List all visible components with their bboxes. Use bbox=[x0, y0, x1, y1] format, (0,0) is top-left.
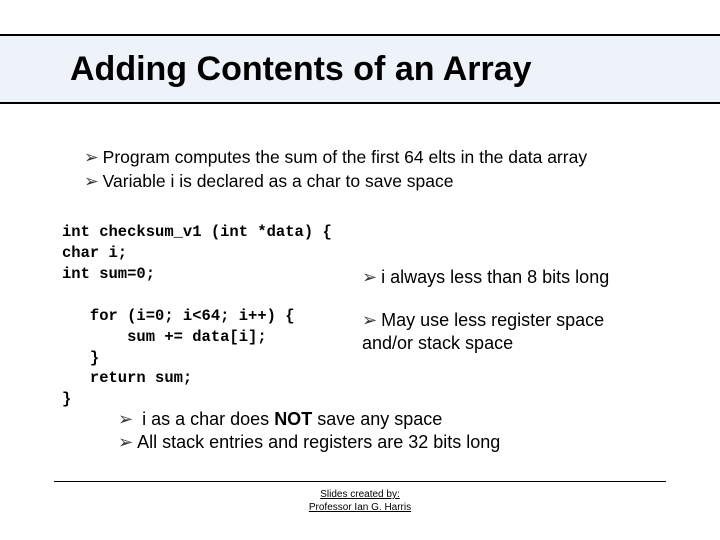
annotation: i always less than 8 bits long bbox=[362, 267, 609, 288]
code-block: int checksum_v1 (int *data) { char i; in… bbox=[62, 222, 332, 410]
text: save any space bbox=[312, 409, 442, 429]
bullet-item: Variable i is declared as a char to save… bbox=[84, 170, 587, 194]
slide-title: Adding Contents of an Array bbox=[0, 50, 532, 89]
annotation-line: and/or stack space bbox=[362, 333, 513, 353]
title-band: Adding Contents of an Array bbox=[0, 34, 720, 104]
emphasis-not: NOT bbox=[274, 409, 312, 429]
footer-credit: Slides created by: Professor Ian G. Harr… bbox=[0, 489, 720, 514]
bullet-item: All stack entries and registers are 32 b… bbox=[118, 431, 500, 454]
footer-line: Slides created by: bbox=[320, 489, 400, 500]
footer-divider bbox=[54, 481, 666, 482]
annotation-line: May use less register space bbox=[362, 310, 604, 330]
footer-line: Professor Ian G. Harris bbox=[309, 502, 411, 513]
top-bullets: Program computes the sum of the first 64… bbox=[84, 146, 587, 193]
bullet-item: Program computes the sum of the first 64… bbox=[84, 146, 587, 170]
bullet-item: i as a char does NOT save any space bbox=[118, 408, 500, 431]
bottom-bullets: i as a char does NOT save any space All … bbox=[118, 408, 500, 455]
text: i as a char does bbox=[142, 409, 274, 429]
annotation: May use less register space and/or stack… bbox=[362, 309, 662, 354]
